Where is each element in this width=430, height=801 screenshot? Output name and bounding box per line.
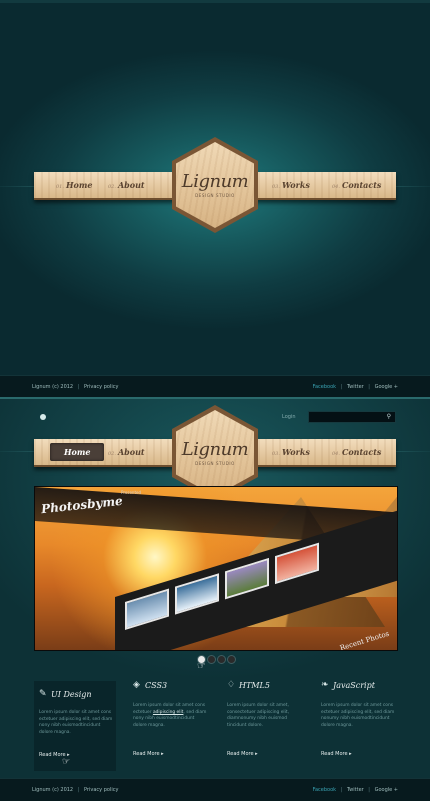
footer-privacy-link[interactable]: Privacy policy [84,787,118,793]
globe-icon: ◈ [133,680,140,690]
splash-logo-badge[interactable]: Lignum DESIGN STUDIO [172,137,258,233]
leaf-icon: ❧ [321,680,329,690]
footer-google-link[interactable]: Google + [375,787,398,793]
splash-footer: Lignum (c) 2012 | Privacy policy Faceboo… [0,375,430,397]
splash-panel: 01. Home 02. About 03. Works 04. Contacts Li… [0,0,430,397]
read-more-link[interactable]: Read More ▸ [227,751,258,757]
inline-link[interactable]: adipiscing elit [153,710,183,715]
footer-privacy-link[interactable]: Privacy policy [84,384,118,390]
feature-title: UI Design [51,690,92,699]
footer-facebook-link[interactable]: Facebook [313,384,337,390]
logo-text: Lignum [181,439,249,460]
footer-google-link[interactable]: Google + [375,384,398,390]
read-more-link[interactable]: Read More ▸ [133,751,164,757]
feature-text: Lorem ipsum dolor sit amet cons ectetuer… [133,703,207,728]
login-link[interactable]: Login [282,414,296,420]
feature-title: CSS3 [145,681,168,690]
read-more-link[interactable]: Read More ▸ [321,751,352,757]
footer-copyright: Lignum (c) 2012 [32,384,74,390]
logo-text: Lignum [181,171,249,192]
site-panel: Login ⚲ Home 02. About 03. Works 04. Contac… [0,399,430,801]
image-slider[interactable]: Photosbyme Presented Recent Photos [34,486,398,651]
nav-item-contacts[interactable]: 04. Contacts [332,172,381,198]
feature-title: HTML5 [239,681,270,690]
nav-item-contacts[interactable]: 04. Contacts [332,439,381,465]
search-input[interactable] [312,413,386,421]
nav-item-about[interactable]: 02. About [108,439,145,465]
logo-tagline: DESIGN STUDIO [195,461,235,466]
slider-dot[interactable] [227,655,236,664]
feature-title: JavaScript [333,681,375,690]
search-icon[interactable]: ⚲ [387,413,391,420]
logo-tagline: DESIGN STUDIO [195,193,235,198]
feature-text: Lorem ipsum dolor sit amet cons ectetuer… [39,710,113,735]
slider-dot[interactable] [207,655,216,664]
feature-text: Lorem ipsum dolor sit amet cons ectetuer… [321,703,395,728]
thumbnail[interactable] [225,557,269,600]
hand-cursor-icon: ☞ [62,757,71,767]
thumbnail[interactable] [275,542,319,585]
site-footer: Lignum (c) 2012 | Privacy policy Faceboo… [0,778,430,801]
nav-item-works[interactable]: 03. Works [272,172,310,198]
nav-item-home[interactable]: Home [50,443,105,461]
slider-dot[interactable] [217,655,226,664]
feature-text: Lorem ipsum dolor sit amet, consectetuer… [227,703,289,728]
html5-icon: ♢ [227,680,236,690]
slide-subtitle: Presented [121,490,142,495]
footer-twitter-link[interactable]: Twitter [347,787,364,793]
features-row: ✎ UI Design Lorem ipsum dolor sit amet c… [0,671,430,771]
thumbnail[interactable] [175,573,219,615]
nav-item-works[interactable]: 03. Works [272,439,310,465]
footer-twitter-link[interactable]: Twitter [347,384,364,390]
footer-facebook-link[interactable]: Facebook [313,787,337,793]
thumbnail[interactable] [125,588,169,630]
nav-item-home[interactable]: 01. Home [56,172,92,198]
footer-copyright: Lignum (c) 2012 [32,787,74,793]
nav-item-about[interactable]: 02. About [108,172,145,198]
edit-icon: ✎ [39,689,47,699]
mini-logo-icon[interactable] [40,414,46,420]
search-box: ⚲ [308,411,396,423]
feature-ui-design: ✎ UI Design Lorem ipsum dolor sit amet c… [34,681,116,771]
